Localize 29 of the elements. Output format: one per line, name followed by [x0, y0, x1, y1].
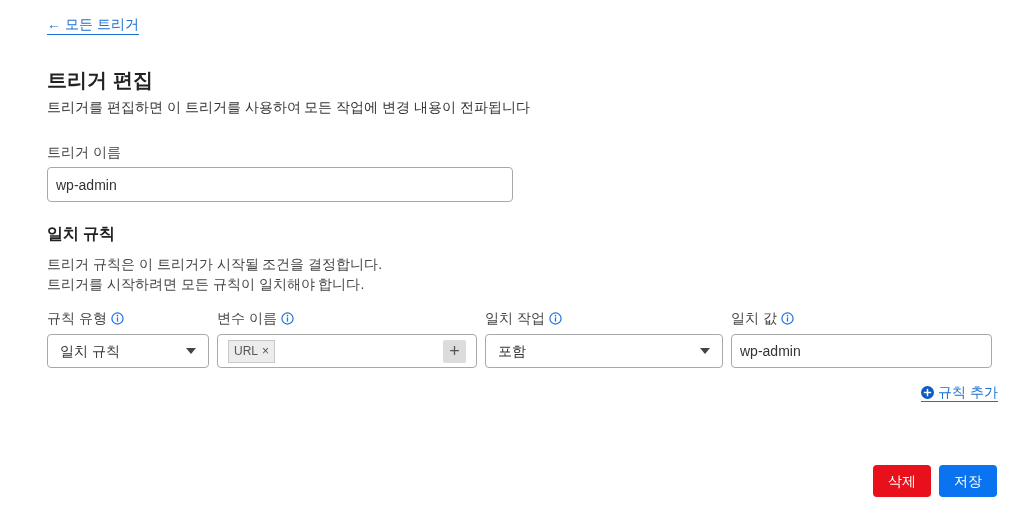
section-description: 트리거를 시작하려면 모든 규칙이 일치해야 합니다. — [47, 275, 366, 294]
input-field[interactable]: wp-admin — [731, 334, 992, 368]
info-icon[interactable] — [280, 312, 294, 325]
info-icon[interactable] — [780, 312, 794, 325]
info-icon[interactable] — [548, 312, 562, 325]
delete-button[interactable]: 삭제 — [873, 465, 931, 497]
plus-circle-icon — [921, 386, 935, 399]
dropdown[interactable]: 일치 규칙 — [47, 334, 209, 368]
info-icon[interactable] — [110, 312, 124, 325]
add-rule-link[interactable]: 규칙 추가 — [921, 384, 998, 402]
back-link[interactable]: ← 모든 트리거 — [47, 15, 139, 35]
tag-input-field[interactable]: URL × + — [217, 334, 477, 368]
field-label: 일치 값 — [731, 309, 777, 328]
page-subtitle: 트리거를 편집하면 이 트리거를 사용하여 모든 작업에 변경 내용이 전파됩니다 — [47, 98, 531, 117]
field-label: 규칙 유형 — [47, 309, 107, 328]
tag: URL × — [228, 339, 276, 363]
field-label: 변수 이름 — [217, 309, 277, 328]
section-title: 일치 규칙 — [47, 224, 117, 244]
caret-icon — [186, 348, 196, 354]
remove-tag-button[interactable]: × — [262, 342, 270, 360]
section-description: 트리거 규칙은 이 트리거가 시작될 조건을 결정합니다. — [47, 255, 384, 274]
dropdown[interactable]: 포함 — [485, 334, 723, 368]
trigger-name-field[interactable]: wp-admin — [47, 167, 513, 202]
field-label: 트리거 이름 — [47, 143, 122, 162]
add-variable-button[interactable]: + — [443, 339, 466, 363]
page-title: 트리거 편집 — [47, 68, 154, 93]
field-label: 일치 작업 — [485, 309, 545, 328]
caret-icon — [700, 348, 710, 354]
save-button[interactable]: 저장 — [939, 465, 997, 497]
